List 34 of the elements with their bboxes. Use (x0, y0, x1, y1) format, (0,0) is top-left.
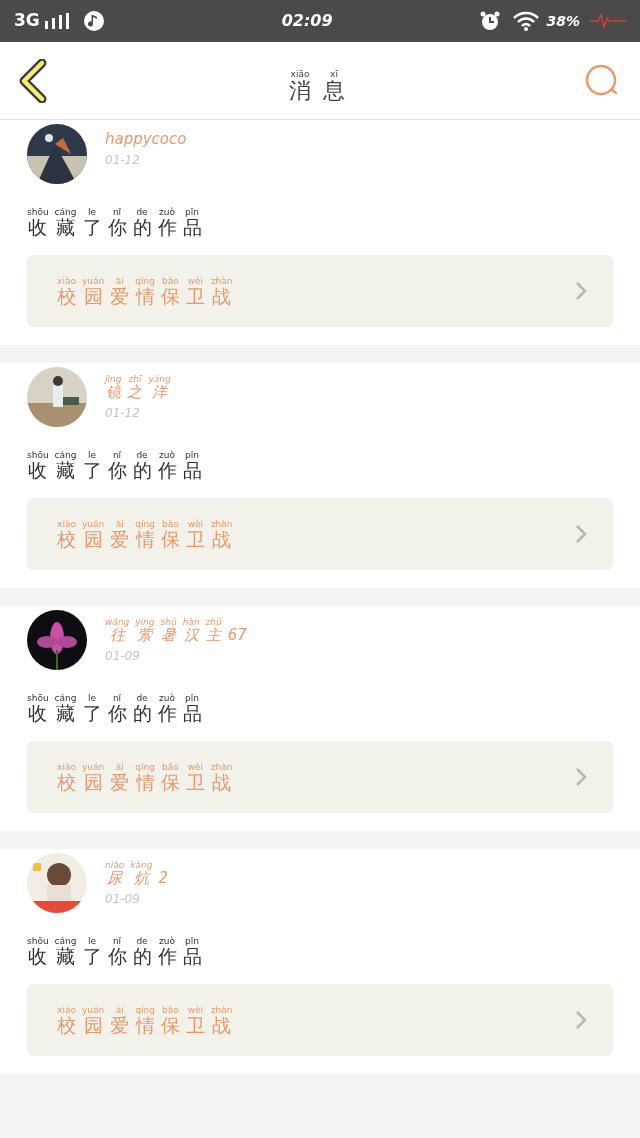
user-name: happycoco (105, 132, 187, 147)
work-link[interactable]: xiào 校 yuán 园 ài 爱 qíng 情 bǎo 保 wèi 卫 zhàn 战 (27, 741, 613, 813)
music-note-icon (83, 11, 104, 31)
user-name: niào 尿 kàng 炕 2 (105, 861, 168, 886)
signal-icon (43, 13, 70, 29)
message-date: 01-12 (105, 152, 141, 169)
work-link[interactable]: xiào 校 yuán 园 ài 爱 qíng 情 bǎo 保 wèi 卫 zhàn 战 (27, 498, 613, 570)
back-chevron-icon (18, 58, 48, 103)
chevron-right-icon (575, 767, 587, 787)
work-title: xiào 校 yuán 园 ài 爱 qíng 情 bǎo 保 wèi 卫 zhàn 战 (57, 276, 233, 306)
clock-time: 02:09 (281, 10, 333, 32)
page-title: xiāo 消 xī 息 (289, 69, 345, 102)
work-title: xiào 校 yuán 园 ài 爱 qíng 情 bǎo 保 wèi 卫 zhàn 战 (57, 519, 233, 549)
alarm-clock-icon (480, 11, 501, 31)
heartbeat-icon (590, 14, 626, 28)
user-name: wǎng 往 yíng 萦 shǔ 暑 hàn 汉 zhǔ 主 67 (105, 618, 247, 643)
work-title: xiào 校 yuán 园 ài 爱 qíng 情 bǎo 保 wèi 卫 zhàn 战 (57, 762, 233, 792)
message-text: shōu 收 cáng 藏 le 了 nǐ 你 de 的 zuò 作 pǐn 品 (27, 694, 202, 723)
battery-percent: 38% (546, 11, 580, 31)
message-date: 01-09 (105, 648, 141, 665)
message-text: shōu 收 cáng 藏 le 了 nǐ 你 de 的 zuò 作 pǐn 品 (27, 208, 202, 237)
message-text: shōu 收 cáng 藏 le 了 nǐ 你 de 的 zuò 作 pǐn 品 (27, 937, 202, 966)
network-type: 3G (14, 9, 40, 33)
message-text: shōu 收 cáng 藏 le 了 nǐ 你 de 的 zuò 作 pǐn 品 (27, 451, 202, 480)
user-name: jìng 镜 zhī 之 yáng 洋 (105, 375, 171, 400)
message-date: 01-12 (105, 405, 141, 422)
chevron-right-icon (575, 524, 587, 544)
chevron-right-icon (575, 281, 587, 301)
message-date: 01-09 (105, 891, 141, 908)
work-title: xiào 校 yuán 园 ài 爱 qíng 情 bǎo 保 wèi 卫 zhàn 战 (57, 1005, 233, 1035)
wifi-icon (512, 11, 541, 31)
chevron-right-icon (575, 1010, 587, 1030)
work-link[interactable]: xiào 校 yuán 园 ài 爱 qíng 情 bǎo 保 wèi 卫 zhàn 战 (27, 255, 613, 327)
work-link[interactable]: xiào 校 yuán 园 ài 爱 qíng 情 bǎo 保 wèi 卫 zhàn 战 (27, 984, 613, 1056)
